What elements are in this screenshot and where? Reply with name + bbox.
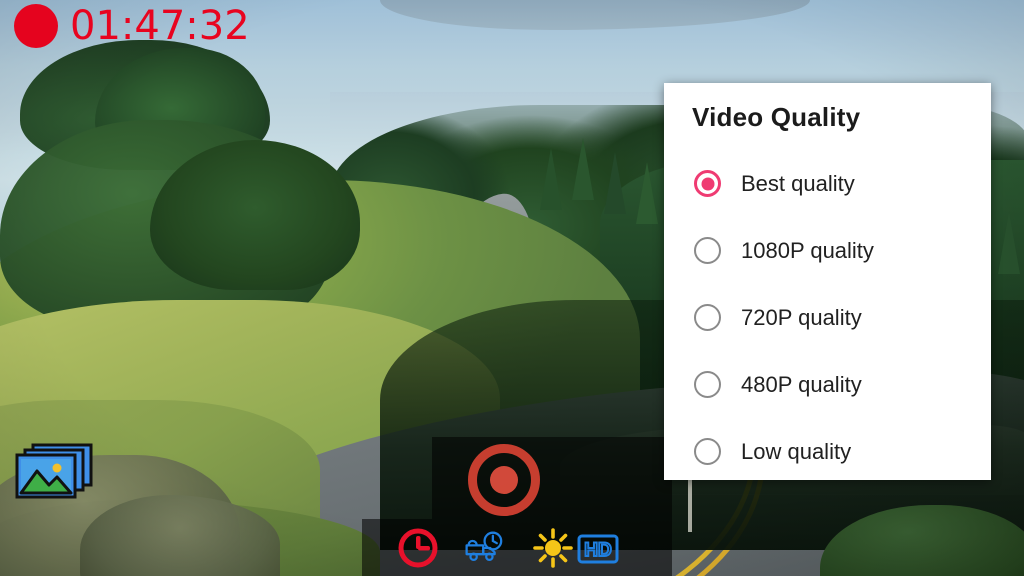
brightness-button[interactable] [532,527,574,569]
recording-elapsed-time: 01:47:32 [70,3,250,49]
option-best-quality[interactable]: Best quality [664,150,991,217]
gallery-button[interactable] [13,441,95,503]
option-low-quality[interactable]: Low quality [664,418,991,480]
clock-icon [398,528,438,568]
option-1080p-quality[interactable]: 1080P quality [664,217,991,284]
recording-duration-button[interactable] [397,527,439,569]
recording-timer: 01:47:32 [14,4,250,48]
conifer-tree [572,138,594,200]
hd-icon: HD [577,534,619,564]
sun-icon [533,528,573,568]
truck-timelapse-icon [465,531,503,562]
video-quality-options: Best quality 1080P quality 720P quality … [664,150,991,480]
option-label: Low quality [741,438,852,464]
record-button-inner-icon [490,466,518,494]
hd-quality-button[interactable]: HD [576,527,620,569]
option-label: 720P quality [741,304,862,330]
conifer-tree [604,152,626,214]
dialog-title: Video Quality [692,102,861,132]
record-button[interactable] [468,444,540,516]
radio-1080p-quality[interactable] [694,237,721,264]
radio-low-quality[interactable] [694,438,721,465]
option-480p-quality[interactable]: 480P quality [664,351,991,418]
hd-label: HD [584,540,611,561]
option-label: 1080P quality [741,237,874,263]
record-indicator-icon [14,4,58,48]
app-screen: 01:47:32 HD Video Quality Best quality 1… [0,0,1024,576]
option-label: Best quality [741,170,855,196]
time-lapse-button[interactable] [464,527,506,569]
option-label: 480P quality [741,371,862,397]
conifer-tree [998,212,1020,274]
conifer-tree [636,162,658,224]
gallery-icon [15,443,93,499]
option-720p-quality[interactable]: 720P quality [664,284,991,351]
radio-720p-quality[interactable] [694,304,721,331]
conifer-tree [540,148,562,210]
radio-480p-quality[interactable] [694,371,721,398]
video-quality-dialog: Video Quality Best quality 1080P quality… [664,83,991,480]
radio-best-quality[interactable] [694,170,721,197]
